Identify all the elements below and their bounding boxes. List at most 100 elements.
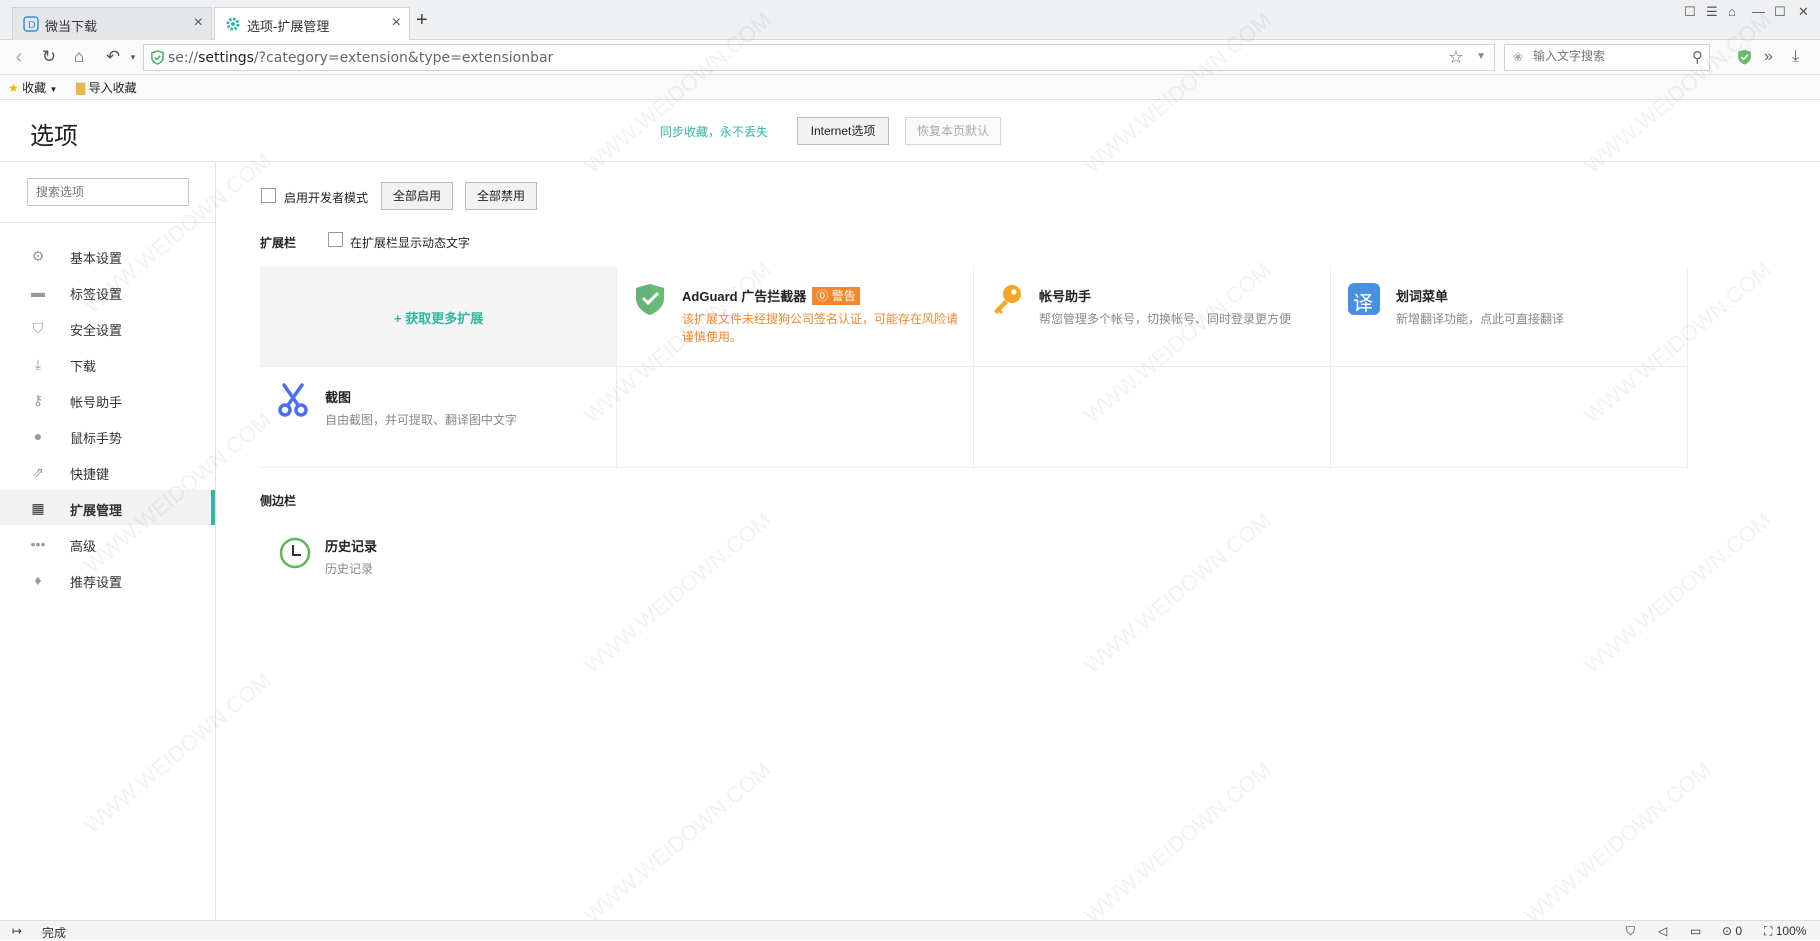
disable-all-button[interactable]: 全部禁用 xyxy=(465,182,537,210)
more-icon: ••• xyxy=(30,536,46,552)
extension-description: 该扩展文件未经搜狗公司签名认证，可能存在风险请谨慎使用。 xyxy=(682,312,959,344)
url-text[interactable]: se://settings/?category=extension&type=e… xyxy=(168,50,553,66)
extension-name: 划词菜单 xyxy=(1396,289,1449,304)
volume-icon[interactable]: ◁ xyxy=(1658,924,1667,938)
translate-glyph: 译 xyxy=(1353,291,1373,315)
tab-close-icon[interactable]: × xyxy=(392,14,401,32)
sidebar-item-extensions[interactable]: ▦ 扩展管理 xyxy=(0,490,215,525)
extension-card-account-helper[interactable]: 帐号助手 帮您管理多个帐号，切换帐号、同时登录更方便 xyxy=(974,266,1331,367)
divider xyxy=(0,222,215,223)
empty-extension-slot xyxy=(1331,367,1688,468)
gear-icon: ⚙ xyxy=(31,248,45,264)
scissors-icon xyxy=(278,383,308,417)
search-icon[interactable]: ⚲ xyxy=(1692,48,1703,66)
extension-description: 历史记录 xyxy=(325,562,374,576)
menu-icon[interactable]: ☰ xyxy=(1706,4,1718,20)
zoom-level[interactable]: ⛶ 100% xyxy=(1764,924,1806,939)
ad-block-count[interactable]: ⊙ 0 xyxy=(1722,924,1742,938)
tab-close-icon[interactable]: × xyxy=(194,14,203,32)
sidebar-item-account[interactable]: ⚷ 帐号助手 xyxy=(0,382,215,417)
bookmark-star-icon[interactable]: ☆ xyxy=(1448,47,1464,68)
extension-card-screenshot[interactable]: 截图 自由截图，并可提取、翻译图中文字 xyxy=(260,367,617,468)
download-icon[interactable]: ⤓ xyxy=(1792,48,1799,66)
internet-options-button[interactable]: Internet选项 xyxy=(797,117,889,145)
security-shield-icon[interactable]: ⛉ xyxy=(1626,924,1635,939)
secure-shield-icon xyxy=(151,50,164,65)
recommend-icon: ♦ xyxy=(34,572,42,588)
sidebar-item-shortcuts[interactable]: ⇗ 快捷键 xyxy=(0,454,215,489)
sidebar-item-advanced[interactable]: ••• 高级 xyxy=(0,526,215,561)
download-icon: ⤓ xyxy=(34,356,42,372)
sidebar-item-download[interactable]: ⤓ 下载 xyxy=(0,346,215,381)
tab-weidown[interactable]: D 微当下载 × xyxy=(12,7,212,40)
extension-grid: + 获取更多扩展 AdGuard 广告拦截器 ⓪ 警告 该扩展文件未经搜狗公司签名… xyxy=(260,266,1688,468)
settings-gear-icon xyxy=(226,17,240,31)
extension-description: 帮您管理多个帐号，切换帐号、同时登录更方便 xyxy=(1039,312,1292,326)
get-more-extensions-card[interactable]: + 获取更多扩展 xyxy=(260,266,617,367)
extensions-panel: 启用开发者模式 全部启用 全部禁用 扩展栏 在扩展栏显示动态文字 + 获取更多扩… xyxy=(216,162,1820,920)
options-header: 选项 同步收藏，永不丢失 Internet选项 恢复本页默认 xyxy=(0,100,1820,162)
paw-icon[interactable]: ❀ xyxy=(1513,50,1523,64)
new-tab-button[interactable]: + xyxy=(416,10,428,30)
extension-description: 自由截图，并可提取、翻译图中文字 xyxy=(325,413,518,427)
show-dynamic-text-label: 在扩展栏显示动态文字 xyxy=(350,236,471,250)
maximize-button[interactable]: ☐ xyxy=(1774,4,1786,20)
bookmark-bar: ★ 收藏 ▼ ▇ 导入收藏 xyxy=(0,75,1820,100)
tab-title: 选项-扩展管理 xyxy=(247,19,330,34)
folder-icon: ▇ xyxy=(76,81,86,95)
reload-icon[interactable]: ↻ xyxy=(36,45,62,69)
sidebar-extension-history[interactable]: 历史记录 历史记录 xyxy=(260,522,617,602)
extension-card-translate-menu[interactable]: 译 划词菜单 新增翻译功能，点此可直接翻译 xyxy=(1331,266,1688,367)
options-sidebar: ⚙ 基本设置 ▬ 标签设置 ⛉ 安全设置 ⤓ 下载 ⚷ 帐号助手 ● 鼠标手势 … xyxy=(0,162,216,920)
extensions-icon: ▦ xyxy=(31,500,45,516)
extension-name: 截图 xyxy=(325,390,352,405)
shortcut-icon: ⇗ xyxy=(32,464,44,480)
sidebar-toggle-icon[interactable]: ↦ xyxy=(12,924,22,938)
key-icon xyxy=(994,285,1021,314)
address-bar[interactable]: se://settings/?category=extension&type=e… xyxy=(143,44,1495,71)
toolbox-icon[interactable]: ▭ xyxy=(1690,924,1701,938)
minimize-button[interactable]: — xyxy=(1752,4,1765,19)
empty-extension-slot xyxy=(617,367,974,468)
dev-mode-checkbox[interactable] xyxy=(261,188,276,203)
tab-title: 微当下载 xyxy=(45,19,98,34)
back-icon[interactable]: ‹ xyxy=(6,45,32,69)
sidebar-item-basic[interactable]: ⚙ 基本设置 xyxy=(0,238,215,273)
ad-block-icon: ⊙ xyxy=(1722,924,1733,938)
chevron-down-icon[interactable]: ▼ xyxy=(1476,51,1486,62)
sidebar-item-recommend[interactable]: ♦ 推荐设置 xyxy=(0,562,215,597)
search-input[interactable] xyxy=(1533,49,1683,63)
skin-icon[interactable]: ☐ xyxy=(1684,4,1696,20)
shirt-icon[interactable]: ⌂ xyxy=(1728,4,1736,19)
enable-all-button[interactable]: 全部启用 xyxy=(381,182,453,210)
import-favorites-link[interactable]: ▇ 导入收藏 xyxy=(76,79,137,96)
tab-extensions[interactable]: 选项-扩展管理 × xyxy=(214,7,410,41)
sync-link[interactable]: 同步收藏，永不丢失 xyxy=(660,123,768,140)
sidebar-item-security[interactable]: ⛉ 安全设置 xyxy=(0,310,215,345)
extension-bar-title: 扩展栏 xyxy=(260,236,297,250)
restore-default-button[interactable]: 恢复本页默认 xyxy=(905,117,1001,145)
dev-mode-label: 启用开发者模式 xyxy=(284,191,369,205)
sidebar-item-tabs[interactable]: ▬ 标签设置 xyxy=(0,274,215,309)
status-bar: ↦ 完成 ⛉ ◁ ▭ ⊙ 0 ⛶ 100% xyxy=(0,920,1820,940)
key-icon: ⚷ xyxy=(32,392,44,408)
extension-card-adguard[interactable]: AdGuard 广告拦截器 ⓪ 警告 该扩展文件未经搜狗公司签名认证，可能存在风险… xyxy=(617,266,974,367)
favorites-menu[interactable]: ★ 收藏 ▼ xyxy=(8,79,57,96)
sidebar-section-title: 侧边栏 xyxy=(260,494,297,508)
sidebar-item-mouse-gestures[interactable]: ● 鼠标手势 xyxy=(0,418,215,453)
close-window-button[interactable]: ✕ xyxy=(1798,4,1809,20)
weidown-favicon-icon: D xyxy=(23,16,39,32)
tab-icon: ▬ xyxy=(31,284,45,300)
show-dynamic-text-checkbox[interactable] xyxy=(328,232,343,247)
options-search-input[interactable] xyxy=(27,178,189,206)
status-text: 完成 xyxy=(42,926,67,940)
more-extensions-icon[interactable]: » xyxy=(1764,48,1773,66)
search-box[interactable]: ❀ ⚲ xyxy=(1504,44,1710,71)
adguard-toolbar-icon[interactable] xyxy=(1736,48,1753,66)
home-icon[interactable]: ⌂ xyxy=(66,45,92,69)
active-indicator xyxy=(211,490,215,525)
warning-badge: ⓪ 警告 xyxy=(812,287,860,305)
adguard-shield-icon xyxy=(636,284,664,315)
extension-name: 历史记录 xyxy=(325,539,378,554)
get-more-extensions-link[interactable]: + 获取更多扩展 xyxy=(394,308,483,327)
